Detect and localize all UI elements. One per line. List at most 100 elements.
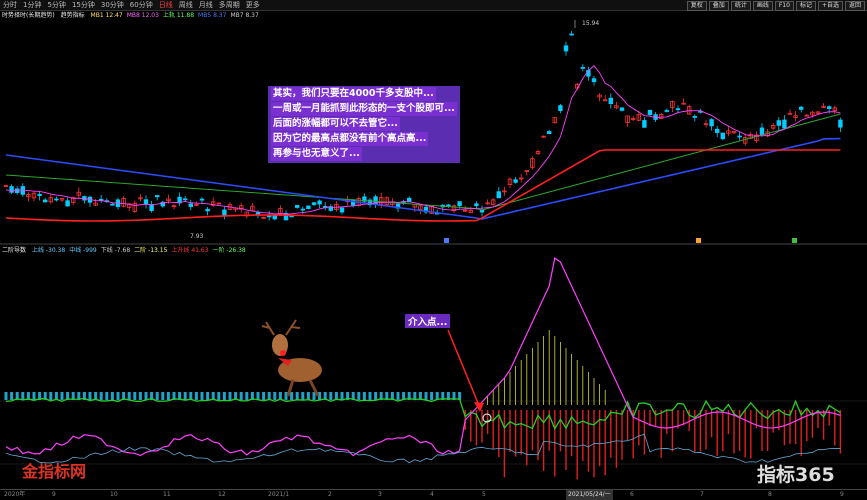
candle-body (799, 106, 804, 110)
sub-indicator-value-4: 上升线 41.63 (171, 247, 209, 254)
candle-body (272, 215, 277, 220)
sub-histogram-bar (256, 392, 260, 400)
sub-histogram-bar (49, 392, 53, 400)
sub-magenta-line (5, 256, 841, 457)
candle-body (776, 120, 781, 126)
sub-histogram-bar (155, 392, 159, 400)
sub-histogram-bar (222, 392, 226, 400)
candle-body (619, 107, 625, 111)
sub-histogram-bar (273, 392, 277, 400)
candle-body (675, 108, 681, 111)
candle-body (143, 199, 149, 205)
candle-body (664, 110, 669, 112)
candle-body (759, 127, 765, 136)
candle-body (65, 200, 70, 207)
sub-indicator-line: 二阶导数 上线 -30.38 中线 -999 下线 -7.68 二阶 -13.15 上升… (2, 246, 254, 256)
sub-histogram-bar (396, 392, 400, 400)
sub-histogram-bar (329, 392, 333, 400)
candle-body (317, 200, 322, 205)
sub-histogram-bar (133, 392, 137, 400)
candle-body (9, 186, 14, 193)
sub-green-line (5, 397, 841, 431)
sub-histogram-bar (110, 392, 114, 400)
sub-histogram-bar (217, 392, 221, 400)
candle-body (149, 204, 154, 211)
sub-histogram-bar (239, 392, 243, 400)
sub-indicator-value-0: 上线 -30.38 (31, 247, 66, 254)
sub-histogram-bar (368, 392, 372, 400)
sub-indicator-value-5: 一阶 -26.38 (212, 247, 246, 254)
sub-histogram-bar (105, 392, 109, 400)
sub-indicator-title: 二阶导数 (2, 247, 27, 254)
candle-body (580, 66, 585, 69)
low-price-label: 7.93 (190, 233, 204, 240)
note-line-0: 其实，我们只要在4000千多支股中... (271, 87, 436, 101)
candle-body (563, 45, 569, 52)
sub-indicator-value-3: 二阶 -13.15 (134, 247, 168, 254)
sub-indicator-value-1: 中线 -999 (69, 247, 97, 254)
sub-histogram-bar (32, 392, 36, 400)
candle-body (188, 203, 193, 207)
candle-body (294, 205, 300, 208)
candle-body (720, 132, 725, 140)
candle-body (110, 203, 115, 206)
candle-body (99, 198, 104, 201)
sub-histogram-bar (88, 392, 92, 400)
sub-histogram-bar (200, 392, 204, 400)
candle-body (182, 198, 188, 201)
candle-body (642, 120, 647, 128)
sub-histogram-bar (424, 392, 428, 400)
candle-body (513, 179, 518, 183)
sub-histogram-bar (318, 392, 322, 400)
sub-histogram-bar (374, 392, 378, 400)
note-line-2: 后面的涨幅都可以不去管它... (271, 117, 400, 131)
sub-histogram-bar (116, 392, 120, 400)
candle-body (591, 78, 597, 83)
sub-histogram-bar (194, 392, 198, 400)
watermark-left: 金指标网 (22, 462, 87, 481)
candle-body (709, 119, 714, 127)
flag-marker (444, 238, 449, 243)
candle-body (199, 198, 205, 201)
sub-histogram-bar (295, 392, 299, 400)
candle-body (647, 109, 653, 115)
flag-marker (696, 238, 701, 243)
sub-histogram-bar (161, 392, 165, 400)
candle-body (339, 207, 345, 213)
candle-body (306, 205, 311, 210)
candle-body (446, 204, 451, 207)
annotation-note: 其实，我们只要在4000千多支股中... 一周或一月能抓到此形态的一支个股即可..… (268, 86, 460, 163)
sub-histogram-bar (284, 392, 288, 400)
sub-histogram-bar (60, 392, 64, 400)
sub-histogram-bar (183, 392, 187, 400)
sub-histogram-bar (301, 392, 305, 400)
date-axis: 2020年 9 10 11 12 2021/1 2 3 4 5 2021/05/24/一 6 7 8 9 (0, 489, 867, 500)
sub-histogram-bar (10, 392, 14, 400)
candle-body (608, 97, 613, 105)
watermark-right: 指标365 (757, 464, 835, 486)
candle-body (54, 198, 59, 201)
candle-body (37, 193, 42, 196)
sub-histogram-bar (127, 392, 131, 400)
candle-body (496, 191, 501, 199)
sub-histogram-bar (228, 392, 232, 400)
candle-body (547, 131, 552, 135)
flag-marker (792, 238, 797, 243)
candle-body (692, 116, 697, 118)
sub-histogram-bar (99, 392, 103, 400)
sub-histogram-bar (245, 392, 249, 400)
candle-body (406, 197, 412, 203)
sub-indicator-value-2: 下线 -7.68 (100, 247, 131, 254)
note-line-3: 因为它的最高点都没有前个高点高... (271, 132, 429, 146)
candle-body (782, 119, 787, 129)
candle-body (300, 208, 305, 211)
candle-body (569, 33, 574, 36)
candle-body (457, 201, 462, 207)
candle-body (838, 119, 843, 128)
entry-point-label: 介入点... (405, 314, 451, 328)
sub-histogram-bar (340, 392, 344, 400)
candle-body (205, 208, 210, 212)
note-line-1: 一周或一月能抓到此形态的一支个股即可... (271, 102, 457, 116)
sub-histogram-bar (362, 392, 366, 400)
sub-histogram-bar (430, 392, 434, 400)
